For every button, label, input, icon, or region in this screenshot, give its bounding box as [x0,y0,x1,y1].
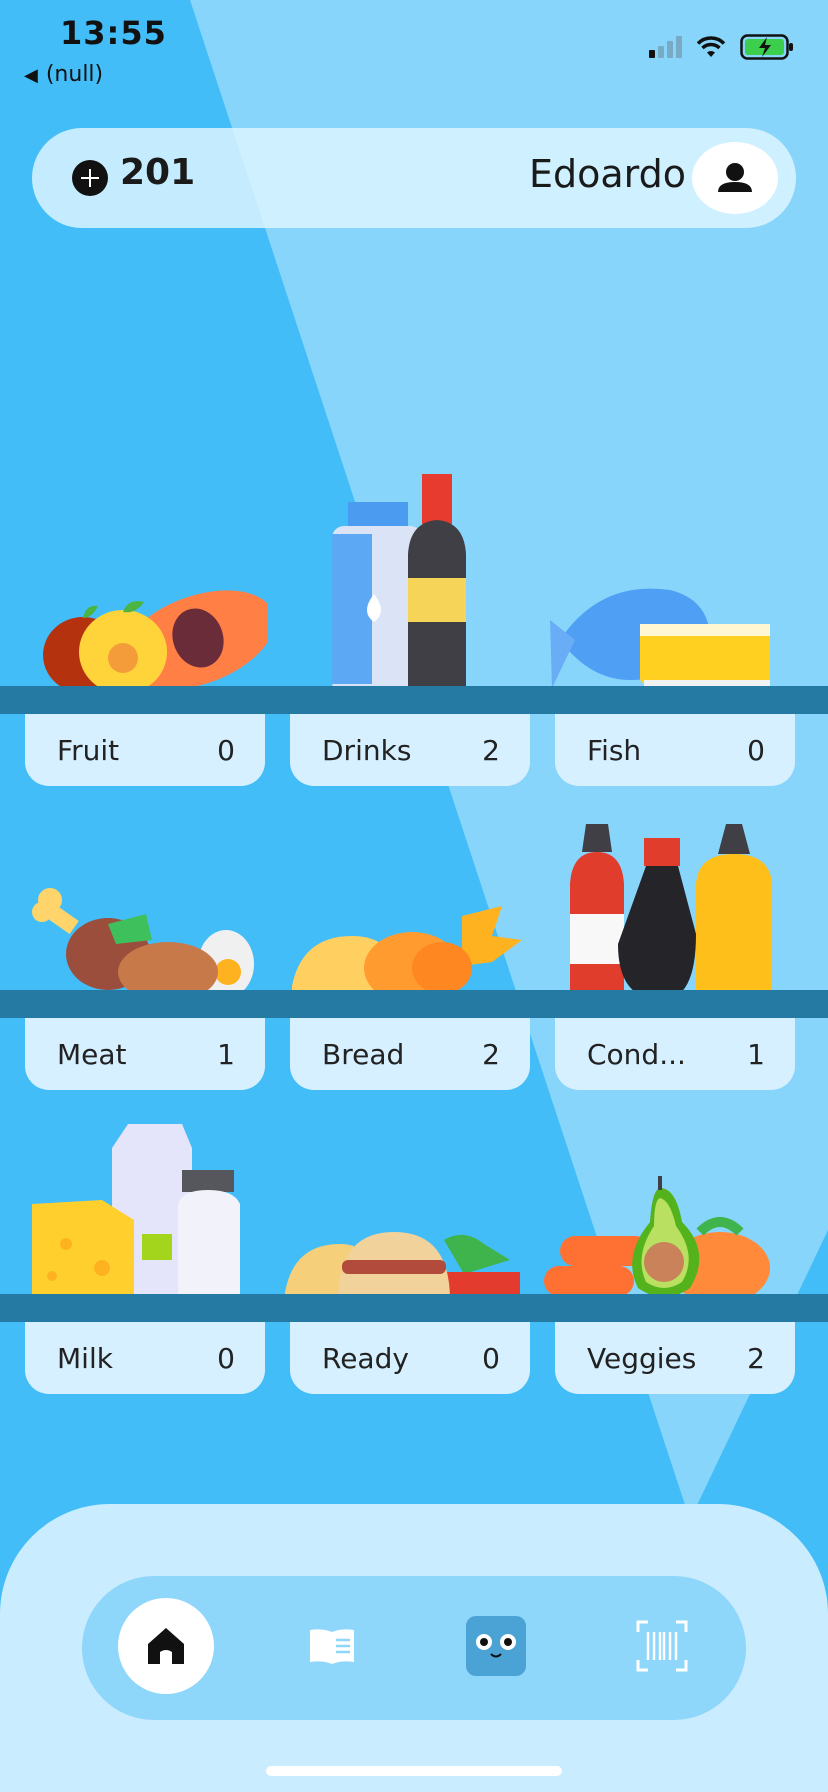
category-card-fruit[interactable]: Fruit 0 [25,714,265,786]
category-count: 2 [482,1037,500,1071]
tab-mascot[interactable] [448,1598,544,1694]
category-card-milk[interactable]: Milk 0 [25,1322,265,1394]
veggies-illustration [544,1176,770,1304]
status-time: 13:55 [60,14,167,52]
category-count: 0 [482,1341,500,1375]
category-count: 1 [747,1037,765,1071]
category-card-veggies[interactable]: Veggies 2 [555,1322,795,1394]
milk-illustration [32,1124,240,1300]
battery-charging-icon [740,34,793,60]
category-label: Meat [57,1037,127,1071]
fish-illustration [550,588,770,688]
category-label: Bread [322,1037,405,1071]
category-label: Milk [57,1341,113,1375]
top-bar: 201 Edoardo [32,128,796,228]
drinks-illustration [332,474,466,694]
ready-meals-illustration [284,1232,520,1300]
status-icons [649,34,794,60]
category-label: Fish [587,733,642,767]
home-icon [148,1628,184,1664]
barcode-scan-icon [636,1620,688,1672]
category-card-fish[interactable]: Fish 0 [555,714,795,786]
mascot-icon [466,1616,526,1676]
category-label: Veggies [587,1341,697,1375]
home-indicator[interactable] [266,1766,562,1776]
meat-illustration [32,888,254,1002]
category-label: Fruit [57,733,120,767]
user-name: Edoardo [529,152,686,196]
tab-scanner[interactable] [614,1598,710,1694]
shelf-1 [0,686,828,714]
category-count: 2 [482,733,500,767]
wifi-icon [696,36,726,57]
category-card-ready[interactable]: Ready 0 [290,1322,530,1394]
shelf-3 [0,1294,828,1322]
category-label: Ready [322,1341,409,1375]
category-card-drinks[interactable]: Drinks 2 [290,714,530,786]
category-count: 0 [747,733,765,767]
tab-home[interactable] [118,1598,214,1694]
status-back-link[interactable]: ◀ (null) [24,62,103,87]
fruit-illustration [43,590,268,694]
add-coins-icon[interactable] [72,160,108,196]
shelf-2 [0,990,828,1018]
category-count: 0 [217,1341,235,1375]
user-icon [718,163,752,192]
book-icon [310,1629,354,1664]
category-count: 0 [217,733,235,767]
back-label: (null) [45,62,104,87]
profile-button[interactable] [692,142,778,214]
condiments-illustration [570,824,772,1000]
category-card-meat[interactable]: Meat 1 [25,1018,265,1090]
category-label: Drinks [322,733,412,767]
category-count: 2 [747,1341,765,1375]
tab-recipes[interactable] [284,1598,380,1694]
category-label: Cond... [587,1037,686,1071]
category-card-condiments[interactable]: Cond... 1 [555,1018,795,1090]
category-card-bread[interactable]: Bread 2 [290,1018,530,1090]
coin-count: 201 [120,152,196,193]
category-count: 1 [217,1037,235,1071]
back-arrow-icon: ◀ [24,65,38,86]
cellular-signal-icon [649,36,682,58]
